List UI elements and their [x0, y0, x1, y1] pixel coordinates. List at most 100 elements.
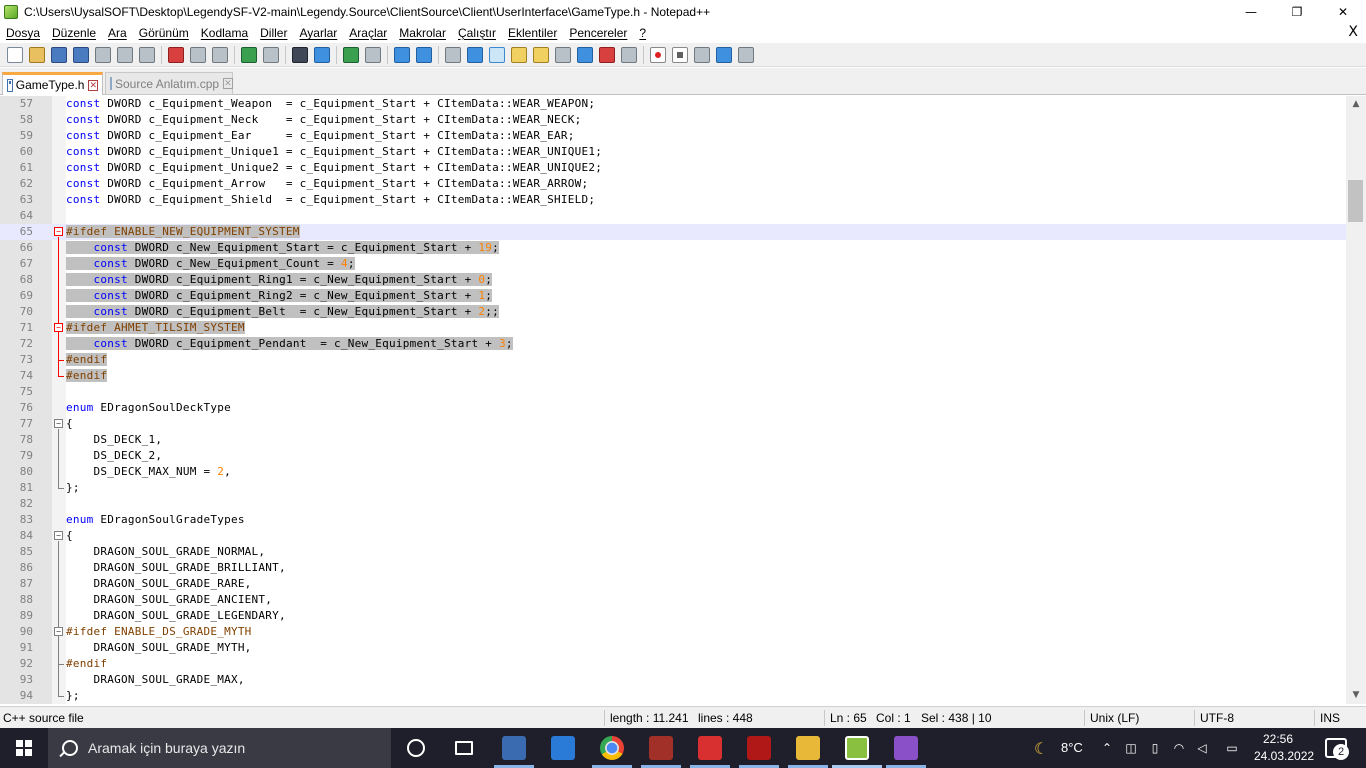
- menu-pencereler[interactable]: Pencereler: [563, 26, 633, 40]
- close-file-icon[interactable]: [95, 46, 111, 63]
- code-line[interactable]: 64: [0, 208, 1346, 224]
- record-macro-icon[interactable]: [650, 46, 666, 63]
- code-line[interactable]: 85 DRAGON_SOUL_GRADE_NORMAL,: [0, 544, 1346, 560]
- start-button[interactable]: [0, 728, 48, 768]
- tray-chevron-icon[interactable]: ⌃: [1100, 741, 1114, 755]
- status-eol[interactable]: Unix (LF): [1090, 711, 1139, 725]
- code-line[interactable]: 93 DRAGON_SOUL_GRADE_MAX,: [0, 672, 1346, 688]
- tab-close-icon[interactable]: ✕: [88, 79, 98, 91]
- fold-toggle-icon[interactable]: −: [54, 627, 63, 636]
- menu-eklentiler[interactable]: Eklentiler: [502, 26, 563, 40]
- scroll-thumb[interactable]: [1348, 180, 1363, 222]
- fold-toggle-icon[interactable]: −: [54, 227, 63, 236]
- code-line[interactable]: 92 #endif: [0, 656, 1346, 672]
- code-line[interactable]: 84 {: [0, 528, 1346, 544]
- menu-help[interactable]: ?: [633, 26, 652, 40]
- code-line[interactable]: 78 DS_DECK_1,: [0, 432, 1346, 448]
- code-line[interactable]: 71 #ifdef AHMET_TILSIM_SYSTEM: [0, 320, 1346, 336]
- app-red-icon[interactable]: [698, 736, 722, 760]
- undo-icon[interactable]: [241, 46, 257, 63]
- code-line[interactable]: 77 {: [0, 416, 1346, 432]
- minimize-button[interactable]: —: [1228, 0, 1274, 23]
- save-macro-icon[interactable]: [738, 46, 754, 63]
- code-line[interactable]: 76 enum EDragonSoulDeckType: [0, 400, 1346, 416]
- sync-vertical-icon[interactable]: [394, 46, 410, 63]
- tab-close-icon[interactable]: ✕: [223, 78, 233, 89]
- menu-ayarlar[interactable]: Ayarlar: [293, 26, 343, 40]
- code-line[interactable]: 67 const DWORD c_New_Equipment_Count = 4…: [0, 256, 1346, 272]
- code-line[interactable]: 69 const DWORD c_Equipment_Ring2 = c_New…: [0, 288, 1346, 304]
- tab-source-anlatim-cpp[interactable]: Source Anlatım.cpp ✕: [105, 72, 233, 95]
- menu-kodlama[interactable]: Kodlama: [195, 26, 254, 40]
- menu-araclar[interactable]: Araçlar: [343, 26, 393, 40]
- clock-date[interactable]: 24.03.2022: [1254, 749, 1314, 763]
- volume-icon[interactable]: ◁: [1195, 741, 1209, 755]
- keyboard-icon[interactable]: ▭: [1222, 741, 1242, 755]
- function-list-icon[interactable]: [577, 46, 593, 63]
- notepadpp-taskbar-icon[interactable]: [845, 736, 869, 760]
- find-icon[interactable]: [292, 46, 308, 63]
- menu-dosya[interactable]: Dosya: [0, 26, 46, 40]
- code-line[interactable]: 72 const DWORD c_Equipment_Pendant = c_N…: [0, 336, 1346, 352]
- code-editor[interactable]: 57 const DWORD c_Equipment_Weapon = c_Equ…: [0, 96, 1346, 704]
- battery-icon[interactable]: ▯: [1148, 741, 1162, 755]
- code-line[interactable]: 75: [0, 384, 1346, 400]
- cortana-icon[interactable]: [407, 739, 425, 757]
- code-line[interactable]: 80 DS_DECK_MAX_NUM = 2,: [0, 464, 1346, 480]
- save-icon[interactable]: [51, 46, 67, 63]
- close-all-icon[interactable]: [117, 46, 133, 63]
- indent-guide-icon[interactable]: [489, 46, 505, 63]
- code-line[interactable]: 68 const DWORD c_Equipment_Ring1 = c_New…: [0, 272, 1346, 288]
- menu-makrolar[interactable]: Makrolar: [393, 26, 452, 40]
- code-line[interactable]: 62 const DWORD c_Equipment_Arrow = c_Equi…: [0, 176, 1346, 192]
- code-line[interactable]: 61 const DWORD c_Equipment_Unique2 = c_Eq…: [0, 160, 1346, 176]
- close-document-button[interactable]: X: [1348, 24, 1358, 40]
- weather-temp[interactable]: 8°C: [1061, 740, 1083, 755]
- copy-icon[interactable]: [190, 46, 206, 63]
- print-icon[interactable]: [139, 46, 155, 63]
- run-macro-multiple-icon[interactable]: [716, 46, 732, 63]
- task-view-icon[interactable]: [455, 741, 473, 755]
- word-wrap-icon[interactable]: [445, 46, 461, 63]
- close-button[interactable]: ✕: [1320, 0, 1366, 23]
- code-line[interactable]: 58 const DWORD c_Equipment_Neck = c_Equip…: [0, 112, 1346, 128]
- menu-ara[interactable]: Ara: [102, 26, 133, 40]
- code-line[interactable]: 74 #endif: [0, 368, 1346, 384]
- code-line[interactable]: 57 const DWORD c_Equipment_Weapon = c_Equ…: [0, 96, 1346, 112]
- sync-horizontal-icon[interactable]: [416, 46, 432, 63]
- redo-icon[interactable]: [263, 46, 279, 63]
- menu-gorunum[interactable]: Görünüm: [133, 26, 195, 40]
- language-icon[interactable]: [511, 46, 527, 63]
- replace-icon[interactable]: [314, 46, 330, 63]
- zoom-in-icon[interactable]: [343, 46, 359, 63]
- code-line[interactable]: 94};: [0, 688, 1346, 704]
- paste-icon[interactable]: [212, 46, 228, 63]
- title-bar[interactable]: C:\Users\UysalSOFT\Desktop\LegendySF-V2-…: [0, 0, 1366, 23]
- code-line[interactable]: 60 const DWORD c_Equipment_Unique1 = c_Eq…: [0, 144, 1346, 160]
- mail-icon[interactable]: [551, 736, 575, 760]
- taskbar-search-box[interactable]: Aramak için buraya yazın: [48, 728, 391, 768]
- status-encoding[interactable]: UTF-8: [1200, 711, 1234, 725]
- code-line[interactable]: 79 DS_DECK_2,: [0, 448, 1346, 464]
- code-line[interactable]: 73 #endif: [0, 352, 1346, 368]
- filezilla-icon[interactable]: [747, 736, 771, 760]
- stop-macro-icon[interactable]: [672, 46, 688, 63]
- vertical-scrollbar[interactable]: ▲ ▼: [1346, 96, 1366, 704]
- code-line[interactable]: 63 const DWORD c_Equipment_Shield = c_Equ…: [0, 192, 1346, 208]
- cut-icon[interactable]: [168, 46, 184, 63]
- code-line[interactable]: 82: [0, 496, 1346, 512]
- code-line[interactable]: 90 #ifdef ENABLE_DS_GRADE_MYTH: [0, 624, 1346, 640]
- menu-duzenle[interactable]: Düzenle: [46, 26, 102, 40]
- fold-toggle-icon[interactable]: −: [54, 323, 63, 332]
- monitoring-icon[interactable]: [621, 46, 637, 63]
- code-line[interactable]: 59 const DWORD c_Equipment_Ear = c_Equipm…: [0, 128, 1346, 144]
- game-app-icon[interactable]: [649, 736, 673, 760]
- menu-diller[interactable]: Diller: [254, 26, 293, 40]
- code-line[interactable]: 70 const DWORD c_Equipment_Belt = c_New_…: [0, 304, 1346, 320]
- show-all-chars-icon[interactable]: [467, 46, 483, 63]
- doc-list-icon[interactable]: [555, 46, 571, 63]
- wifi-icon[interactable]: ◠: [1172, 741, 1186, 755]
- save-all-icon[interactable]: [73, 46, 89, 63]
- play-macro-icon[interactable]: [694, 46, 710, 63]
- network-status-icon[interactable]: ◫: [1124, 741, 1138, 755]
